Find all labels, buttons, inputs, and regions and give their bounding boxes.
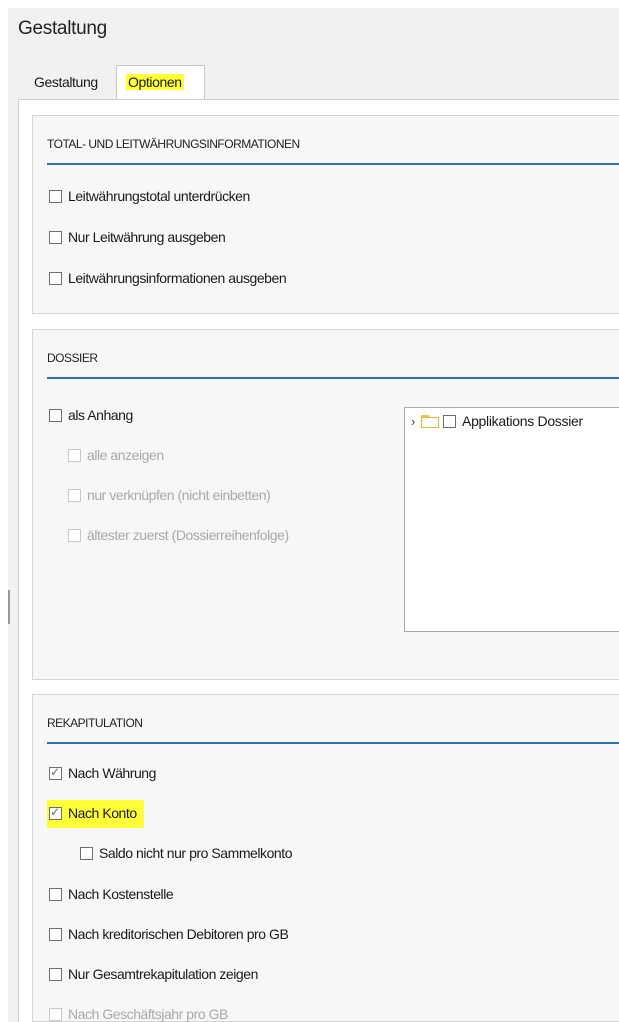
option-leitwaehrungstotal-unterdruecken[interactable]: Leitwährungstotal unterdrücken [49,188,250,204]
option-nach-kreditorischen-debitoren[interactable]: Nach kreditorischen Debitoren pro GB [49,926,289,942]
option-als-anhang[interactable]: als Anhang [49,407,133,423]
checkbox-checked[interactable] [49,805,62,820]
option-nach-konto[interactable]: Nach Konto [49,805,137,821]
chevron-right-icon[interactable]: › [411,414,415,429]
section-rekapitulation-title: REKAPITULATION [47,716,143,730]
option-label: Nach kreditorischen Debitoren pro GB [68,926,289,942]
option-nur-leitwaehrung-ausgeben[interactable]: Nur Leitwährung ausgeben [49,229,226,245]
tree-item-label: Applikations Dossier [462,413,583,429]
section-divider [47,377,619,379]
checkbox[interactable] [49,927,62,941]
tree-item-applikations-dossier[interactable]: › Applikations Dossier [411,413,583,429]
option-alle-anzeigen: alle anzeigen [68,447,164,463]
checkbox[interactable] [80,846,93,860]
option-label: als Anhang [68,407,133,423]
checkbox-disabled [68,448,81,462]
option-label: ältester zuerst (Dossierreihenfolge) [87,527,289,543]
option-label: Saldo nicht nur pro Sammelkonto [99,845,293,861]
checkbox[interactable] [49,408,62,422]
section-totals-title: TOTAL- UND LEITWÄHRUNGSINFORMATIONEN [47,137,300,151]
option-nach-waehrung[interactable]: Nach Währung [49,765,156,781]
tab-optionen-label: Optionen [126,74,184,90]
checkbox-disabled [68,488,81,502]
option-label: Nach Währung [68,765,156,781]
option-nur-verknuepfen: nur verknüpfen (nicht einbetten) [68,487,271,503]
dossier-tree[interactable]: › Applikations Dossier [404,407,619,632]
option-nach-geschaeftsjahr-pro-gb: Nach Geschäftsjahr pro GB [49,1006,228,1022]
checkbox[interactable] [49,230,62,244]
option-saldo-nicht-nur-pro-sammelkonto[interactable]: Saldo nicht nur pro Sammelkonto [80,845,293,861]
tab-optionen[interactable]: Optionen [116,65,205,100]
option-aeltester-zuerst: ältester zuerst (Dossierreihenfolge) [68,527,289,543]
option-label: Nach Kostenstelle [68,886,174,902]
checkbox[interactable] [49,271,62,285]
option-leitwaehrungsinformationen-ausgeben[interactable]: Leitwährungsinformationen ausgeben [49,270,287,286]
window-edge-marker [8,590,10,624]
tree-item-checkbox[interactable] [443,414,457,428]
option-label: Nur Leitwährung ausgeben [68,229,226,245]
section-divider [47,163,619,165]
option-label: Nach Konto [68,805,137,821]
checkbox-checked[interactable] [49,765,62,780]
option-label: nur verknüpfen (nicht einbetten) [87,487,271,503]
option-label: Nur Gesamtrekapitulation zeigen [68,966,258,982]
checkbox-disabled [68,528,81,542]
checkbox[interactable] [49,189,62,203]
option-nur-gesamtrekapitulation[interactable]: Nur Gesamtrekapitulation zeigen [49,966,258,982]
option-label: Leitwährungstotal unterdrücken [68,188,250,204]
section-divider [47,742,619,744]
section-dossier-title: DOSSIER [47,351,98,365]
window-title: Gestaltung [18,18,107,39]
option-nach-kostenstelle[interactable]: Nach Kostenstelle [49,886,174,902]
checkbox[interactable] [49,887,62,901]
checkbox[interactable] [49,967,62,981]
option-label: Nach Geschäftsjahr pro GB [68,1006,228,1022]
tab-gestaltung[interactable]: Gestaltung [34,74,98,90]
option-label: alle anzeigen [87,447,164,463]
option-label: Leitwährungsinformationen ausgeben [68,270,287,286]
checkbox-disabled [49,1007,62,1021]
folder-icon [421,414,440,428]
